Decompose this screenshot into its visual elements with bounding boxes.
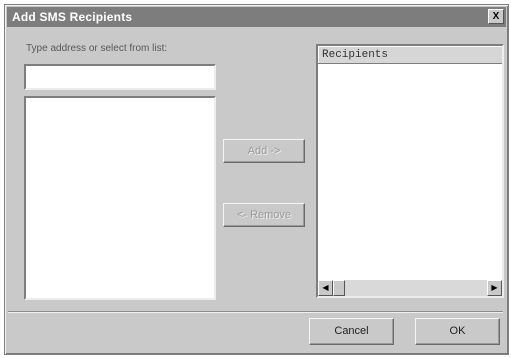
recipients-list[interactable]: Recipients ◀ ▶ [316, 44, 504, 298]
scroll-left-button[interactable]: ◀ [318, 280, 333, 296]
address-input[interactable] [26, 66, 214, 88]
title-bar[interactable]: Add SMS Recipients X [7, 7, 506, 27]
cancel-button[interactable]: Cancel [309, 318, 394, 345]
address-input-box[interactable] [24, 64, 216, 90]
horizontal-scrollbar[interactable]: ◀ ▶ [318, 280, 502, 296]
ok-button[interactable]: OK [415, 318, 500, 345]
add-button[interactable]: Add -> [223, 139, 305, 163]
scroll-right-button[interactable]: ▶ [487, 280, 502, 296]
scroll-right-icon: ▶ [491, 283, 498, 292]
scroll-thumb[interactable] [333, 280, 345, 296]
footer-divider [8, 311, 503, 313]
dialog-title: Add SMS Recipients [12, 10, 133, 24]
remove-button[interactable]: <- Remove [223, 203, 305, 227]
close-icon: X [492, 11, 500, 22]
recipients-column-header[interactable]: Recipients [318, 46, 502, 64]
close-button[interactable]: X [488, 9, 504, 24]
scroll-left-icon: ◀ [322, 283, 329, 292]
address-label: Type address or select from list: [26, 43, 168, 54]
address-list[interactable] [24, 96, 216, 300]
